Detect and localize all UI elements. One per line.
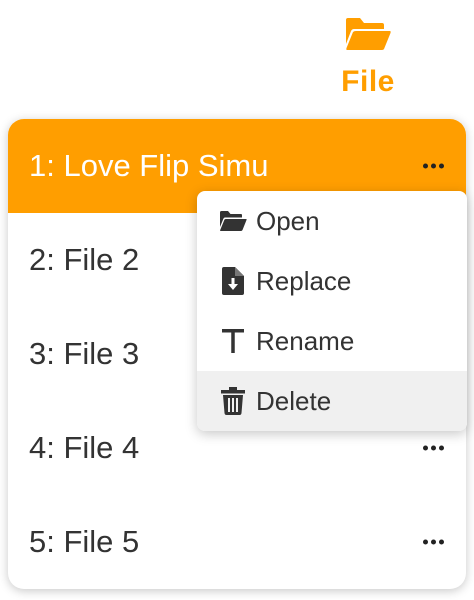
folder-open-icon (219, 207, 247, 235)
menu-item-delete[interactable]: Delete (197, 371, 467, 431)
folder-open-icon (344, 16, 392, 57)
trash-icon (219, 387, 247, 415)
menu-item-label: Replace (256, 265, 352, 296)
file-row[interactable]: 5: File 5 (8, 495, 466, 589)
file-button[interactable]: File (327, 12, 409, 104)
menu-item-open[interactable]: Open (197, 191, 467, 251)
menu-item-rename[interactable]: Rename (197, 311, 467, 371)
file-button-label: File (341, 65, 395, 98)
menu-item-label: Open (256, 205, 320, 236)
more-options-icon[interactable] (423, 445, 444, 451)
file-row-label: 4: File 4 (29, 430, 140, 465)
file-import-icon (219, 267, 247, 295)
file-row-label: 2: File 2 (29, 242, 140, 277)
file-row-label: 5: File 5 (29, 524, 140, 559)
menu-item-replace[interactable]: Replace (197, 251, 467, 311)
file-row-label: 1: Love Flip Simu (29, 148, 269, 183)
more-options-icon[interactable] (423, 163, 444, 169)
context-menu: Open Replace Rename Delete (197, 191, 467, 431)
menu-item-label: Delete (256, 385, 332, 416)
text-icon (219, 327, 247, 355)
more-options-icon[interactable] (423, 539, 444, 545)
file-row-label: 3: File 3 (29, 336, 140, 371)
menu-item-label: Rename (256, 325, 355, 356)
